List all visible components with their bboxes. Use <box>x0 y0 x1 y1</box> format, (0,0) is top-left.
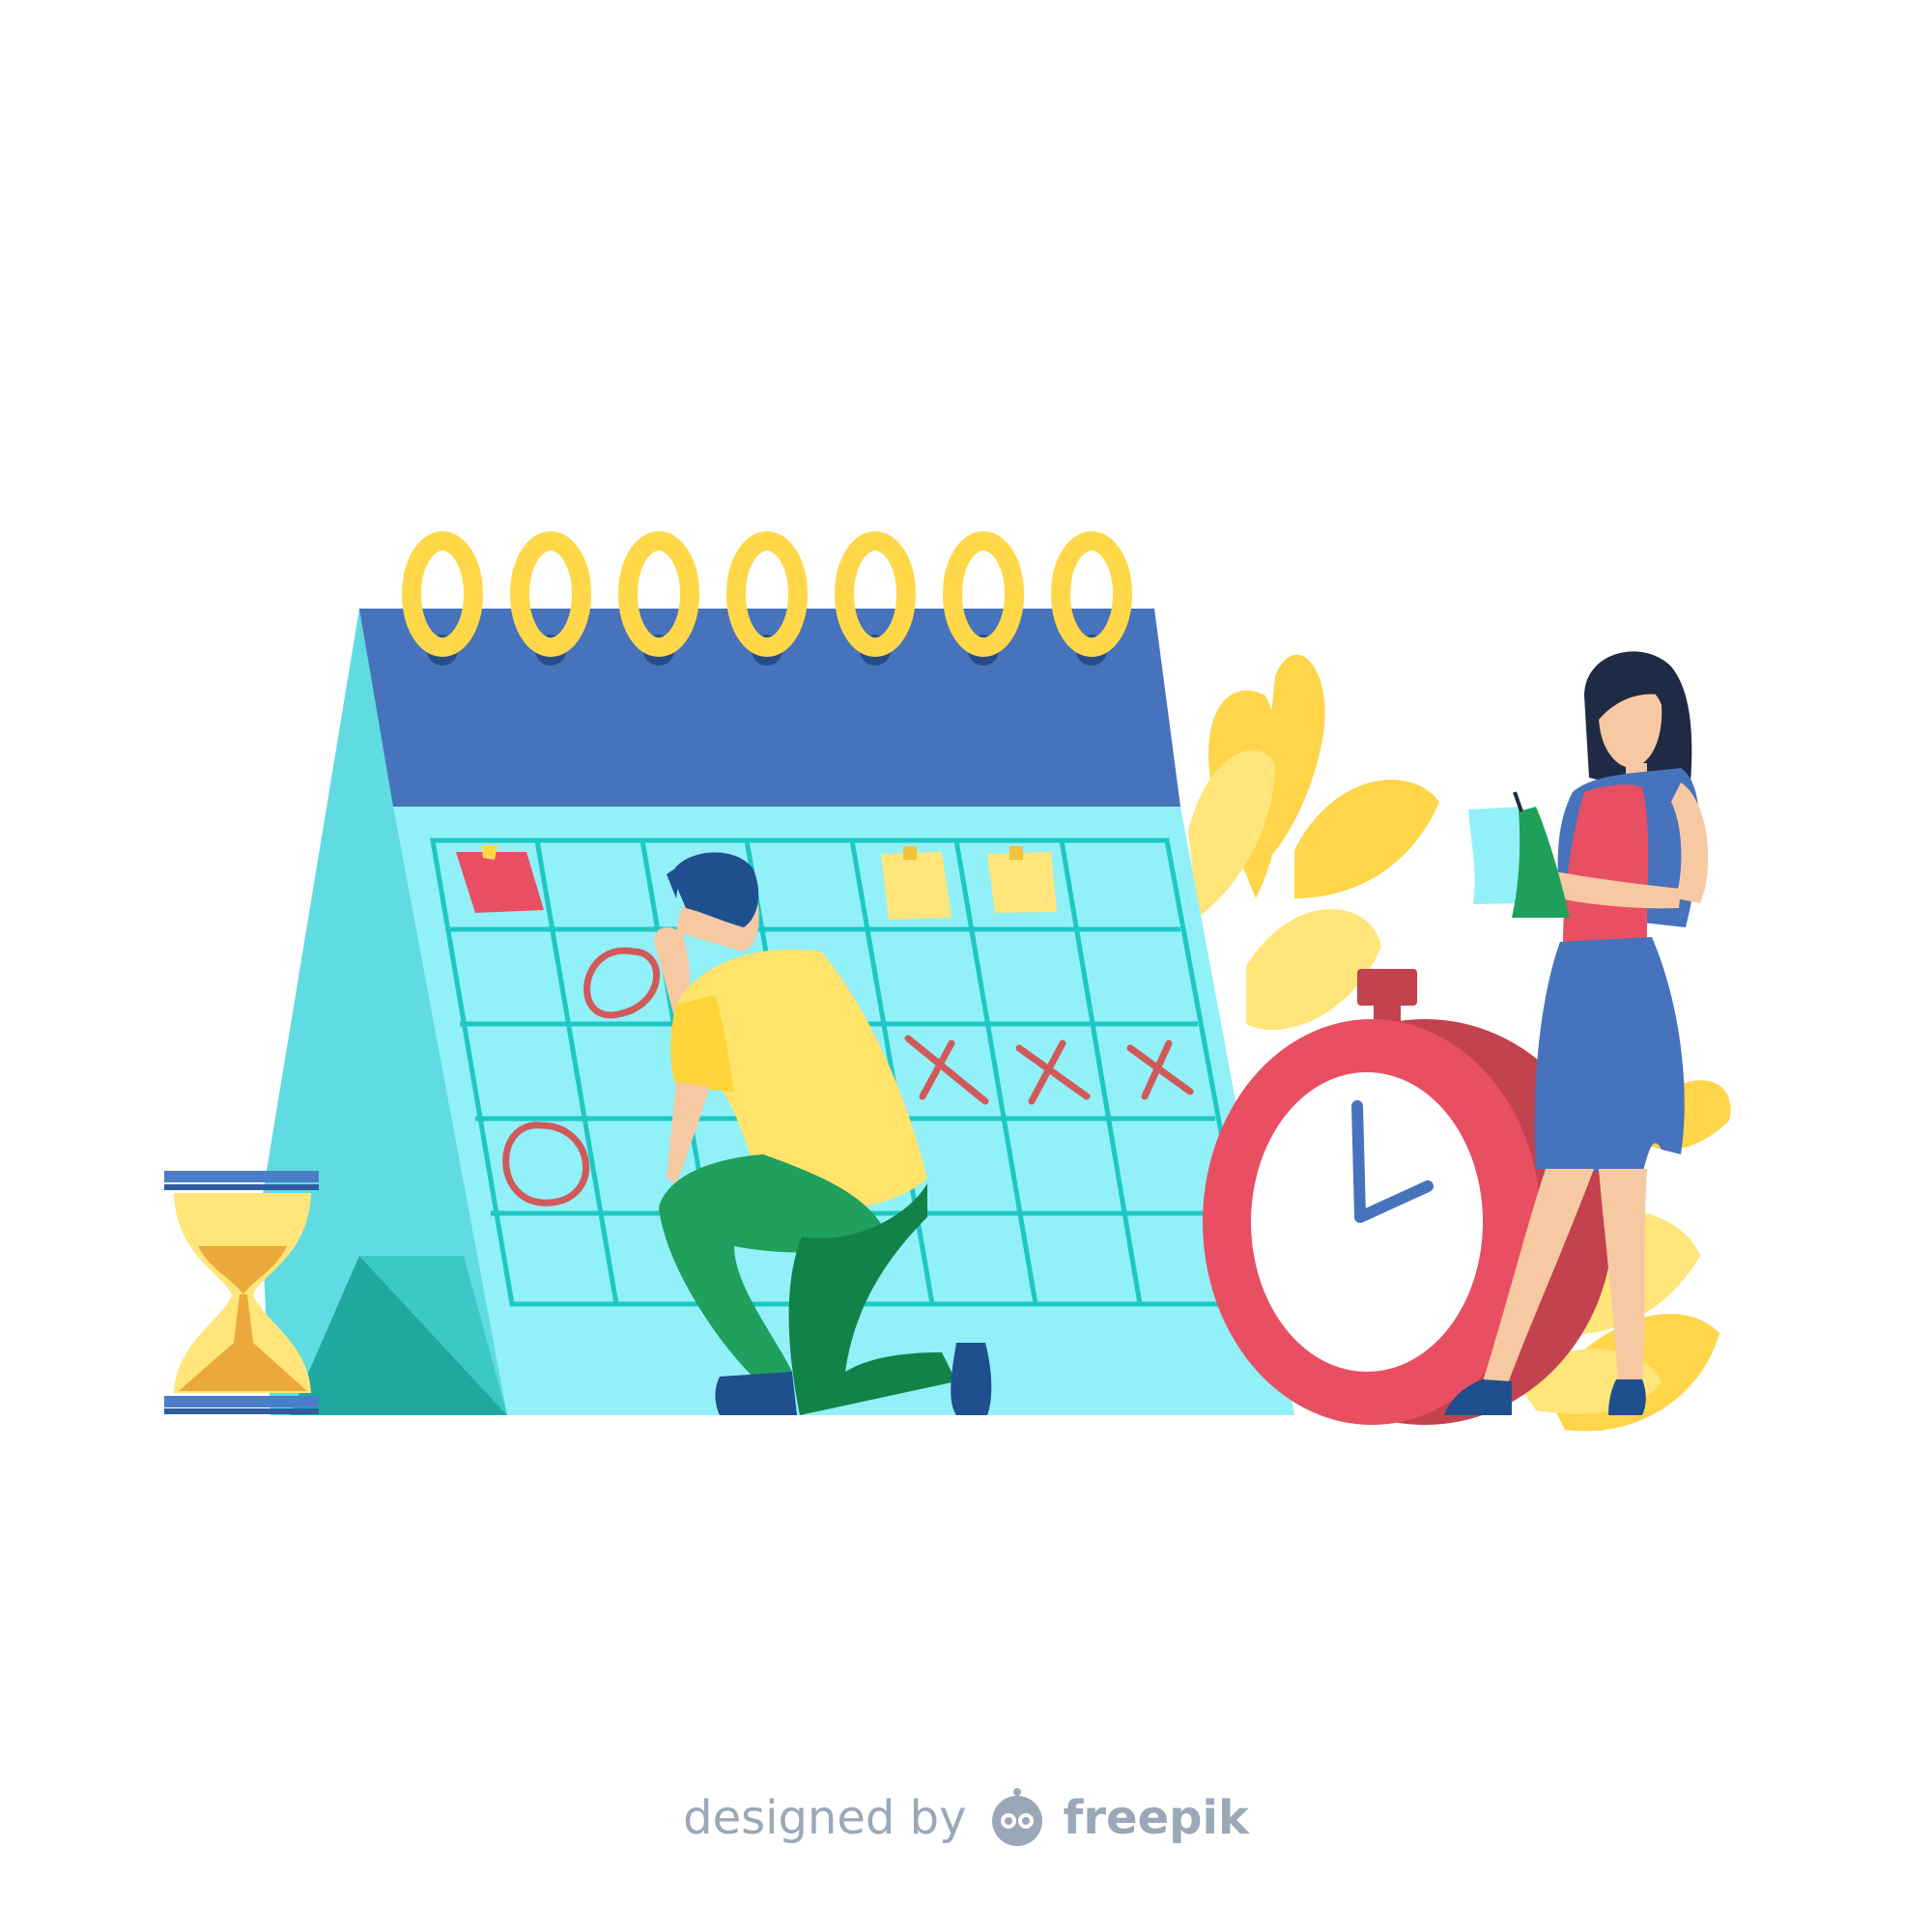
credit-brand[interactable]: freepik <box>1063 1791 1248 1845</box>
credit-prefix: designed by <box>683 1791 967 1845</box>
designer-credit: designed by freepik <box>0 1779 1932 1857</box>
freepik-logo-icon <box>992 1788 1043 1846</box>
calendar-scheduling-illustration <box>164 531 1731 1432</box>
